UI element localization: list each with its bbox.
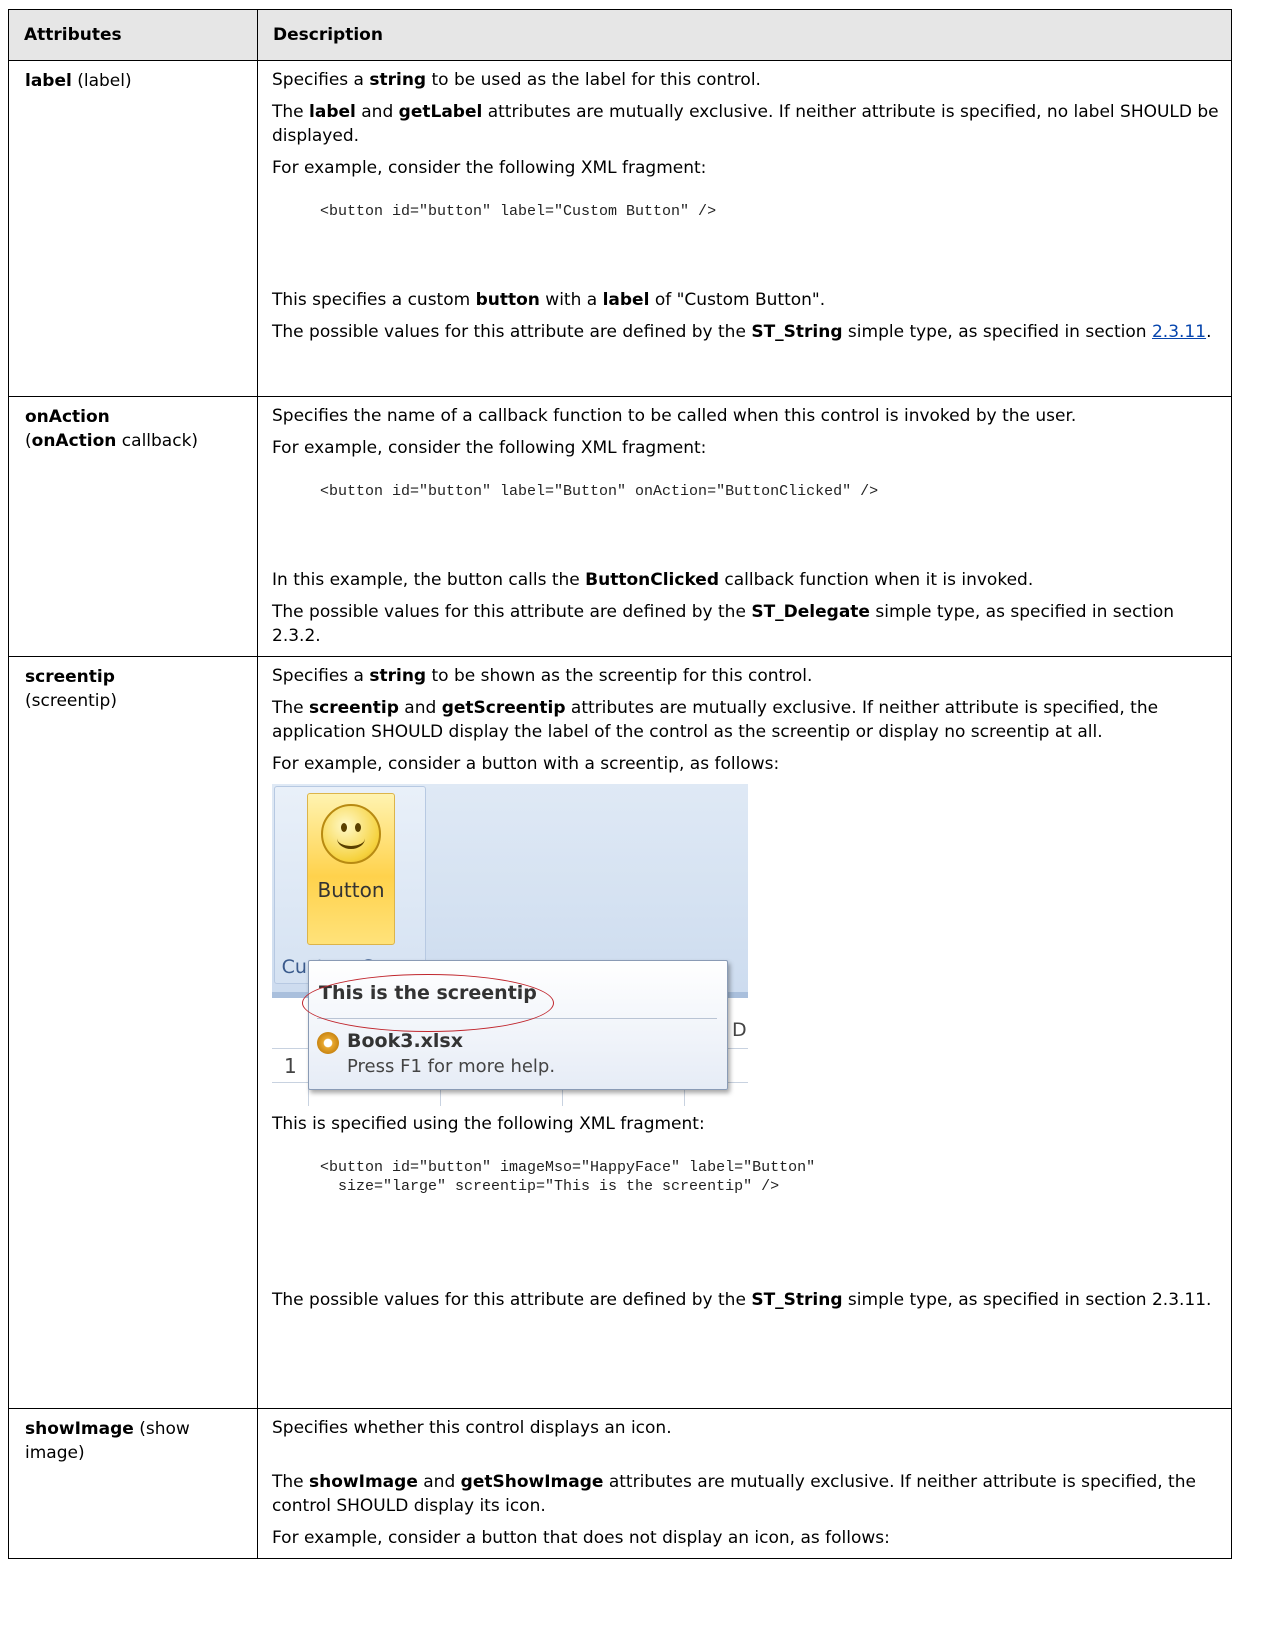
description-paragraph: For example, consider a button with a sc… bbox=[272, 754, 780, 774]
description-paragraph: This specifies a custom button with a la… bbox=[272, 290, 826, 310]
description-paragraph: The label and getLabel attributes are mu… bbox=[272, 102, 1219, 146]
column-header: D bbox=[732, 1019, 747, 1041]
description-paragraph: The showImage and getShowImage attribute… bbox=[272, 1472, 1196, 1516]
description-paragraph: The possible values for this attribute a… bbox=[272, 322, 1212, 342]
description-paragraph: For example, consider the following XML … bbox=[272, 158, 707, 178]
happy-face-icon bbox=[321, 804, 381, 864]
ribbon-button-label: Button bbox=[317, 878, 385, 902]
description-cell: Specifies the name of a callback functio… bbox=[257, 396, 1232, 657]
description-paragraph: In this example, the button calls the Bu… bbox=[272, 570, 1034, 590]
code-sample: <button id="button" label="Button" onAct… bbox=[320, 483, 879, 500]
description-paragraph: The possible values for this attribute a… bbox=[272, 602, 1175, 646]
attribute-name: showImage bbox=[25, 1419, 134, 1439]
table-header-row: Attributes Description bbox=[8, 9, 1232, 61]
table-row: label (label) Specifies a string to be u… bbox=[8, 60, 1232, 397]
description-paragraph: For example, consider a button that does… bbox=[272, 1528, 890, 1548]
description-paragraph: This is specified using the following XM… bbox=[272, 1114, 705, 1134]
description-paragraph: Specifies a string to be shown as the sc… bbox=[272, 666, 813, 686]
code-sample: <button id="button" imageMso="HappyFace"… bbox=[320, 1159, 816, 1195]
description-cell: Specifies a string to be shown as the sc… bbox=[257, 656, 1232, 1409]
description-paragraph: The screentip and getScreentip attribute… bbox=[272, 698, 1159, 742]
table-row: showImage (show image) Specifies whether… bbox=[8, 1408, 1232, 1559]
header-description: Description bbox=[257, 9, 1232, 61]
attribute-name: onAction bbox=[25, 407, 110, 427]
table-row: onAction (onAction callback) Specifies t… bbox=[8, 396, 1232, 657]
gear-icon bbox=[317, 1032, 339, 1054]
header-attributes: Attributes bbox=[8, 9, 258, 61]
table-row: screentip (screentip) Specifies a string… bbox=[8, 656, 1232, 1409]
screentip-help: Press F1 for more help. bbox=[347, 1056, 556, 1077]
attribute-name: label bbox=[25, 71, 72, 91]
description-paragraph: Specifies a string to be used as the lab… bbox=[272, 70, 761, 90]
attribute-display-name: (screentip) bbox=[25, 691, 117, 711]
description-cell: Specifies whether this control displays … bbox=[257, 1408, 1232, 1559]
description-paragraph: For example, consider the following XML … bbox=[272, 438, 707, 458]
description-cell: Specifies a string to be used as the lab… bbox=[257, 60, 1232, 397]
highlight-ellipse bbox=[302, 974, 554, 1032]
attribute-cell: onAction (onAction callback) bbox=[8, 396, 258, 657]
attribute-cell: showImage (show image) bbox=[8, 1408, 258, 1559]
description-paragraph: The possible values for this attribute a… bbox=[272, 1290, 1212, 1310]
screentip-screenshot: Button Custom Group 1 D bbox=[272, 784, 748, 1106]
ribbon-button: Button bbox=[307, 793, 395, 945]
description-paragraph: Specifies whether this control displays … bbox=[272, 1418, 672, 1438]
attribute-display-name: (label) bbox=[71, 71, 132, 91]
screentip-file: Book3.xlsx bbox=[347, 1030, 463, 1052]
attribute-cell: screentip (screentip) bbox=[8, 656, 258, 1409]
attribute-display-name: (onAction callback) bbox=[25, 431, 199, 451]
attribute-cell: label (label) bbox=[8, 60, 258, 397]
ribbon-group: Button Custom Group bbox=[274, 786, 426, 984]
section-link[interactable]: 2.3.11 bbox=[1152, 322, 1206, 342]
row-number: 1 bbox=[284, 1054, 297, 1078]
description-paragraph: Specifies the name of a callback functio… bbox=[272, 406, 1077, 426]
code-sample: <button id="button" label="Custom Button… bbox=[320, 203, 717, 220]
attributes-table: Attributes Description label (label) Spe… bbox=[8, 9, 1232, 1559]
attribute-name: screentip bbox=[25, 667, 115, 687]
